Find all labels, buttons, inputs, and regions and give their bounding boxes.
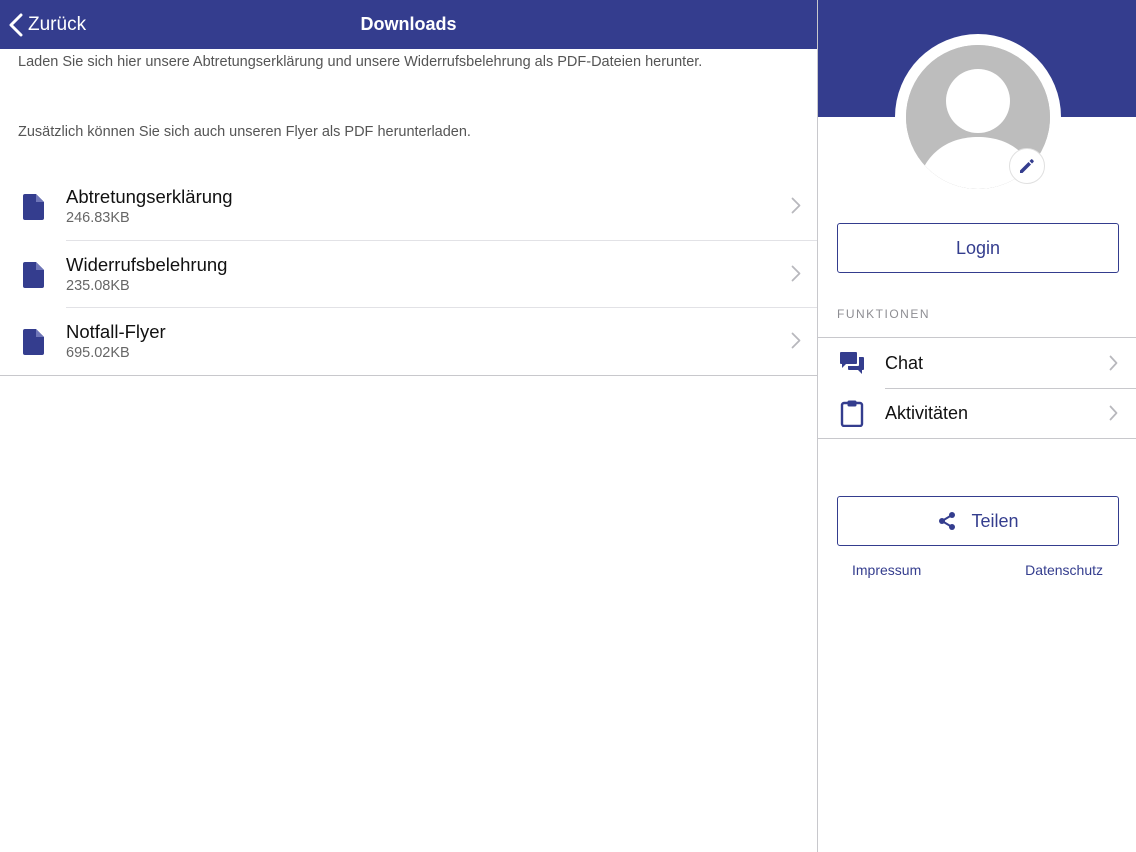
file-icon [23, 194, 44, 220]
profile-sidebar: Login FUNKTIONEN Chat Aktivitäten Teilen… [817, 0, 1136, 852]
share-icon [939, 512, 956, 530]
impressum-link[interactable]: Impressum [852, 562, 921, 578]
download-list: Abtretungserklärung 246.83KB Widerrufsbe… [0, 172, 817, 376]
file-icon [23, 261, 44, 288]
function-item-chat[interactable]: Chat [818, 338, 1136, 388]
function-item-label: Chat [885, 353, 924, 373]
chevron-right-icon [791, 332, 801, 349]
function-item-label: Aktivitäten [885, 403, 969, 423]
download-item-name: Abtretungserklärung [66, 186, 233, 207]
back-button-label: Zurück [28, 13, 87, 35]
login-button-label: Login [955, 237, 1001, 258]
download-item-name: Notfall-Flyer [66, 321, 166, 342]
section-label-funktionen: FUNKTIONEN [837, 307, 930, 321]
download-item-abtretungserklaerung[interactable]: Abtretungserklärung 246.83KB [0, 172, 817, 240]
download-item-size: 246.83KB [66, 210, 130, 226]
chevron-right-icon [791, 197, 801, 214]
page-title: Downloads [360, 14, 457, 34]
chevron-right-icon [791, 265, 801, 281]
share-button[interactable]: Teilen [837, 496, 1119, 546]
datenschutz-link[interactable]: Datenschutz [1025, 562, 1103, 578]
back-button[interactable]: Zurück [8, 0, 86, 49]
clipboard-icon [840, 400, 864, 427]
share-button-label: Teilen [971, 510, 1019, 531]
intro-text-2: Zusätzlich können Sie sich auch unseren … [18, 124, 471, 140]
download-item-size: 695.02KB [66, 345, 130, 361]
navbar: Downloads Zurück [0, 0, 817, 49]
download-item-size: 235.08KB [66, 277, 130, 294]
download-item-name: Widerrufsbelehrung [66, 253, 228, 275]
download-item-widerrufsbelehrung[interactable]: Widerrufsbelehrung 235.08KB [0, 239, 817, 308]
chevron-right-icon [1109, 405, 1118, 421]
app: Downloads Zurück Laden Sie sich hier uns… [0, 0, 1136, 852]
intro-text-1: Laden Sie sich hier unsere Abtretungserk… [18, 54, 703, 70]
download-item-notfall-flyer[interactable]: Notfall-Flyer 695.02KB [0, 307, 817, 375]
edit-avatar-button[interactable] [1009, 148, 1045, 184]
function-item-aktivitaeten[interactable]: Aktivitäten [818, 388, 1136, 438]
file-icon [23, 329, 44, 355]
pencil-icon [1020, 159, 1034, 173]
function-list: Chat Aktivitäten [818, 337, 1136, 439]
chevron-right-icon [1109, 355, 1118, 371]
downloads-pane: Downloads Zurück Laden Sie sich hier uns… [0, 0, 817, 852]
chevron-left-icon [9, 13, 23, 36]
login-button[interactable]: Login [837, 223, 1119, 273]
chat-bubbles-icon [840, 352, 864, 374]
